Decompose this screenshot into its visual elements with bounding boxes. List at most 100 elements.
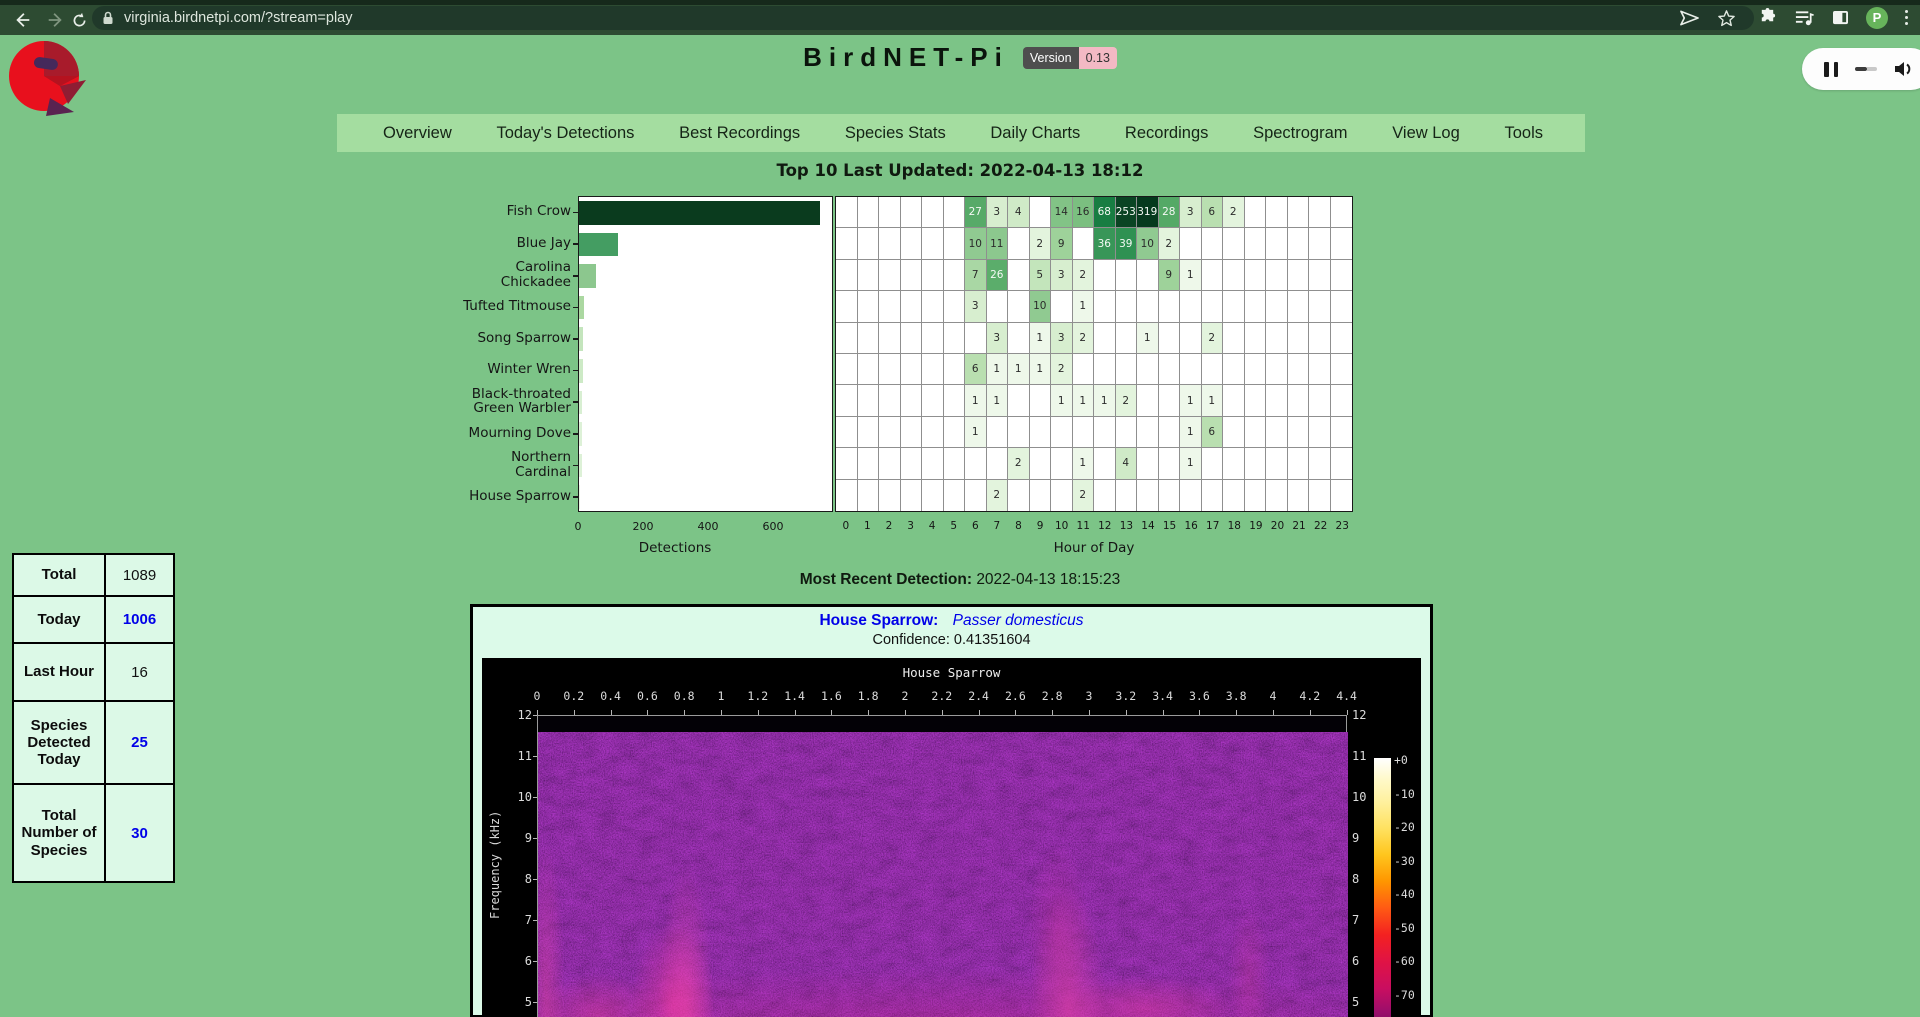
stats-value: 16: [106, 644, 173, 700]
heatmap-cell: [901, 260, 923, 291]
heatmap-cell: [1116, 354, 1138, 385]
time-tick-label: 2.8: [1042, 689, 1063, 703]
species-tick-mark: [573, 243, 578, 245]
colorbar: [1374, 758, 1391, 1017]
menu-kebab-icon[interactable]: [1905, 10, 1908, 25]
heatmap-cell: [1202, 480, 1224, 511]
hour-tick-label: 12: [1098, 520, 1111, 532]
heatmap-cell: 2: [1116, 385, 1138, 416]
heatmap-cell: [879, 354, 901, 385]
nav-item-overview[interactable]: Overview: [383, 124, 452, 143]
stats-value[interactable]: 25: [106, 702, 173, 783]
heatmap-cell: 1: [1073, 385, 1095, 416]
heatmap-cell: [858, 197, 880, 228]
heatmap-cell: [1137, 448, 1159, 479]
heatmap-cell: 1: [965, 417, 987, 448]
heatmap-cell: [1266, 448, 1288, 479]
stats-row: Species Detected Today25: [14, 702, 173, 785]
heatmap-cell: [922, 228, 944, 259]
heatmap-cell: 10: [1030, 291, 1052, 322]
heatmap-cell: [879, 291, 901, 322]
heatmap-cell: [1288, 354, 1310, 385]
url-bar[interactable]: virginia.birdnetpi.com/?stream=play: [92, 6, 1754, 30]
back-button[interactable]: [8, 5, 38, 35]
heatmap-cell: [901, 354, 923, 385]
heatmap-cell: 4: [1008, 197, 1030, 228]
heatmap-cell: [901, 197, 923, 228]
heatmap-cell: [1116, 480, 1138, 511]
species-tick-mark: [573, 370, 578, 372]
time-tick-label: 3.2: [1115, 689, 1136, 703]
url-text: virginia.birdnetpi.com/?stream=play: [124, 10, 1680, 26]
nav-item-best-recordings[interactable]: Best Recordings: [679, 124, 800, 143]
heatmap-cell: [858, 448, 880, 479]
heatmap-cell: 1: [1051, 385, 1073, 416]
nav-item-recordings[interactable]: Recordings: [1125, 124, 1208, 143]
time-tick-label: 3.8: [1226, 689, 1247, 703]
volume-icon[interactable]: [1894, 60, 1914, 78]
heatmap-cell: [1094, 417, 1116, 448]
heatmap-cell: 1: [1008, 354, 1030, 385]
stats-value[interactable]: 30: [106, 785, 173, 881]
nav-item-view-log[interactable]: View Log: [1392, 124, 1460, 143]
heatmap-cell: [1051, 480, 1073, 511]
heatmap-cell: [1288, 197, 1310, 228]
nav-item-daily-charts[interactable]: Daily Charts: [990, 124, 1080, 143]
heatmap-cell: [1137, 385, 1159, 416]
nav-item-spectrogram[interactable]: Spectrogram: [1253, 124, 1347, 143]
detections-tick-label: 600: [763, 520, 784, 533]
heatmap-cell: [1331, 385, 1353, 416]
detection-bar: [579, 201, 820, 225]
heatmap-cell: [858, 291, 880, 322]
heatmap-cell: [1180, 323, 1202, 354]
heatmap-cell: 28: [1159, 197, 1181, 228]
seek-bar[interactable]: [1855, 67, 1877, 71]
heatmap-cell: [944, 228, 966, 259]
heatmap-cell: [1331, 417, 1353, 448]
hour-tick-label: 8: [1015, 520, 1022, 532]
time-tick-label: 1: [718, 689, 725, 703]
heatmap-cell: [879, 197, 901, 228]
heatmap-cell: [1245, 228, 1267, 259]
detection-scientific-name[interactable]: Passer domesticus: [953, 612, 1084, 629]
heatmap-cell: [901, 417, 923, 448]
hour-tick-label: 22: [1314, 520, 1327, 532]
media-control-icon[interactable]: [1794, 9, 1815, 27]
heatmap-cell: [901, 323, 923, 354]
nav-item-species-stats[interactable]: Species Stats: [845, 124, 946, 143]
heatmap-cell: [1137, 354, 1159, 385]
pause-button[interactable]: [1824, 62, 1838, 77]
profile-avatar[interactable]: P: [1866, 7, 1888, 29]
heatmap-cell: [1245, 260, 1267, 291]
reload-button[interactable]: [64, 5, 94, 35]
heatmap-cell: 3: [1180, 197, 1202, 228]
detections-tick-label: 400: [698, 520, 719, 533]
heatmap-cell: [879, 228, 901, 259]
heatmap-cell: 1: [987, 354, 1009, 385]
extensions-icon[interactable]: [1758, 8, 1777, 27]
stats-value[interactable]: 1006: [106, 597, 173, 642]
nav-item-today-s-detections[interactable]: Today's Detections: [496, 124, 634, 143]
species-label: Blue Jay: [455, 228, 571, 260]
heatmap-cell: 1: [1180, 448, 1202, 479]
detection-bar: [579, 485, 580, 509]
heatmap-cell: 9: [1159, 260, 1181, 291]
species-tick-mark: [573, 212, 578, 214]
species-tick-mark: [573, 401, 578, 403]
heatmap-cell: 16: [1073, 197, 1095, 228]
heatmap-cell: [944, 197, 966, 228]
side-panel-icon[interactable]: [1832, 10, 1849, 25]
heatmap-cell: 10: [965, 228, 987, 259]
heatmap-cell: 2: [1073, 480, 1095, 511]
heatmap-cell: 5: [1030, 260, 1052, 291]
bookmark-star-icon[interactable]: [1717, 9, 1736, 28]
audio-player[interactable]: [1802, 48, 1920, 90]
heatmap-cell: 10: [1137, 228, 1159, 259]
send-icon[interactable]: [1680, 10, 1699, 26]
stats-table: Total1089Today1006Last Hour16Species Det…: [12, 553, 175, 883]
detection-common-name[interactable]: House Sparrow:: [819, 612, 938, 629]
heatmap-cell: 2: [1223, 197, 1245, 228]
heatmap-cell: [1223, 291, 1245, 322]
heatmap-cell: [858, 228, 880, 259]
nav-item-tools[interactable]: Tools: [1504, 124, 1543, 143]
